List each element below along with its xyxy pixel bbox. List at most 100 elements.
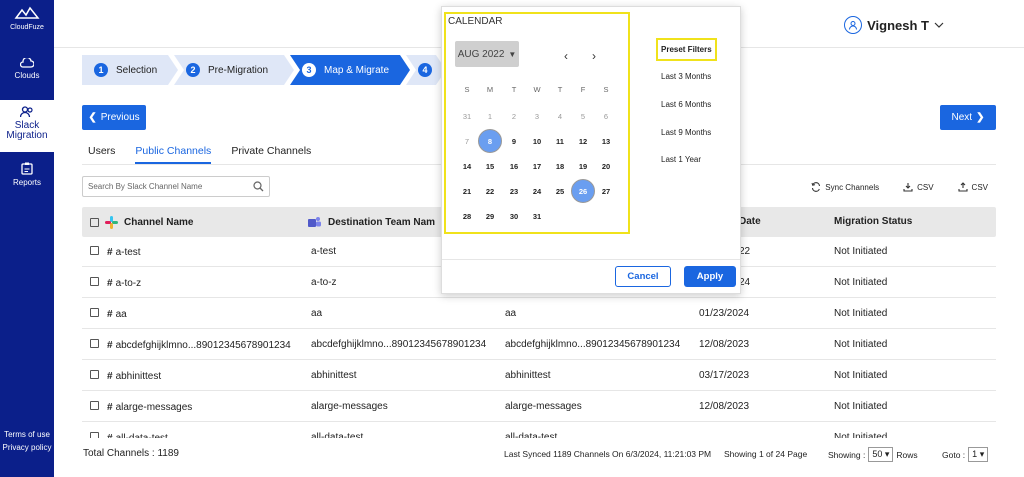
table-row[interactable]: # abcdefghijklmno...89012345678901234 abc…: [82, 329, 996, 360]
calendar-day[interactable]: 24: [525, 179, 549, 203]
status-cell: Not Initiated: [834, 308, 888, 319]
row-checkbox[interactable]: [90, 277, 99, 286]
tab-users[interactable]: Users: [88, 145, 115, 164]
download-icon: [903, 183, 913, 192]
rows-value: 50: [872, 449, 883, 459]
search-icon[interactable]: [253, 181, 264, 192]
row-checkbox[interactable]: [90, 339, 99, 348]
calendar-popup: CALENDAR AUG 2022 ▼ ‹ › S M T W T F S 31 …: [441, 6, 741, 294]
calendar-day[interactable]: 15: [478, 154, 502, 178]
calendar-day[interactable]: 11: [548, 129, 572, 153]
rows-label: Rows: [896, 449, 918, 460]
header-label: Channel Name: [124, 217, 194, 228]
calendar-day[interactable]: 23: [502, 179, 526, 203]
step-label: Selection: [116, 64, 158, 76]
terms-link[interactable]: Terms of use: [0, 430, 54, 439]
sidebar-item-reports[interactable]: Reports: [0, 162, 54, 188]
dow-label: T: [557, 85, 563, 94]
apply-button[interactable]: Apply: [684, 266, 736, 287]
calendar-day[interactable]: 31: [455, 104, 479, 128]
sidebar-item-label: Slack Migration: [6, 120, 48, 141]
csv-download-button[interactable]: CSV: [903, 182, 934, 192]
search-input[interactable]: Search By Slack Channel Name: [82, 176, 270, 197]
calendar-day[interactable]: 4: [548, 104, 572, 128]
previous-button[interactable]: ❮ Previous: [82, 105, 146, 130]
step-selection: 1 Selection: [82, 55, 178, 85]
step-label: Map & Migrate: [324, 64, 390, 76]
calendar-day[interactable]: 31: [525, 204, 549, 228]
calendar-day-selected[interactable]: 8: [478, 129, 502, 153]
date-cell: 12/08/2023: [699, 339, 750, 350]
row-checkbox[interactable]: [90, 246, 99, 255]
calendar-day[interactable]: 25: [548, 179, 572, 203]
calendar-day[interactable]: 28: [455, 204, 479, 228]
sidebar: CloudFuze Clouds Slack Migration Reports…: [0, 0, 54, 477]
header-label: Date: [739, 216, 761, 227]
table-row[interactable]: # alarge-messages alarge-messages alarge-…: [82, 391, 996, 422]
calendar-day-selected[interactable]: 26: [571, 179, 595, 203]
cancel-button[interactable]: Cancel: [615, 266, 671, 287]
dest-cell: abcdefghijklmno...89012345678901234: [505, 339, 681, 350]
calendar-day[interactable]: 9: [502, 129, 526, 153]
calendar-day[interactable]: 2: [502, 104, 526, 128]
chevron-down-icon: ▾: [979, 449, 985, 459]
tab-public-channels[interactable]: Public Channels: [135, 145, 212, 164]
preset-last-3-months[interactable]: Last 3 Months: [661, 72, 711, 81]
preset-last-6-months[interactable]: Last 6 Months: [661, 100, 711, 109]
next-month-button[interactable]: ›: [592, 49, 596, 63]
calendar-day[interactable]: 5: [571, 104, 595, 128]
row-checkbox[interactable]: [90, 401, 99, 410]
tab-private-channels[interactable]: Private Channels: [231, 145, 311, 164]
calendar-day[interactable]: 29: [478, 204, 502, 228]
table-row[interactable]: # aa aa aa 01/23/2024 Not Initiated: [82, 298, 996, 329]
calendar-day[interactable]: 3: [525, 104, 549, 128]
calendar-day[interactable]: 13: [594, 129, 618, 153]
calendar-day[interactable]: 10: [525, 129, 549, 153]
calendar-day[interactable]: 6: [594, 104, 618, 128]
sidebar-item-slack-migration[interactable]: Slack Migration: [0, 100, 54, 152]
step-four: 4: [406, 55, 446, 85]
popup-divider: [442, 259, 740, 260]
preset-last-9-months[interactable]: Last 9 Months: [661, 128, 711, 137]
hash-icon: #: [107, 402, 113, 413]
user-menu[interactable]: Vignesh T: [844, 16, 944, 34]
calendar-day[interactable]: 30: [502, 204, 526, 228]
month-select[interactable]: AUG 2022 ▼: [455, 41, 519, 67]
calendar-day[interactable]: 19: [571, 154, 595, 178]
calendar-day[interactable]: 27: [594, 179, 618, 203]
calendar-day[interactable]: 22: [478, 179, 502, 203]
chevron-down-icon: [934, 22, 944, 28]
calendar-day[interactable]: 7: [455, 129, 479, 153]
calendar-day[interactable]: 1: [478, 104, 502, 128]
caret-down-icon: ▼: [508, 49, 517, 59]
calendar-day[interactable]: 20: [594, 154, 618, 178]
row-checkbox[interactable]: [90, 308, 99, 317]
table-row[interactable]: # abhinittest abhinittest abhinittest 03/…: [82, 360, 996, 391]
prev-month-button[interactable]: ‹: [564, 49, 568, 63]
calendar-day[interactable]: 12: [571, 129, 595, 153]
clipboard-icon: [21, 162, 33, 175]
goto-select[interactable]: 1 ▾: [968, 447, 989, 462]
dow-label: T: [511, 85, 517, 94]
csv-upload-button[interactable]: CSV: [957, 182, 988, 192]
brand[interactable]: CloudFuze: [0, 6, 54, 31]
calendar-day[interactable]: 14: [455, 154, 479, 178]
privacy-link[interactable]: Privacy policy: [0, 443, 54, 452]
calendar-day[interactable]: 21: [455, 179, 479, 203]
channel-name: abcdefghijklmno...89012345678901234: [115, 340, 291, 351]
calendar-day[interactable]: 18: [548, 154, 572, 178]
preset-last-1-year[interactable]: Last 1 Year: [661, 155, 701, 164]
cloudfuze-logo-icon: [14, 6, 40, 19]
sidebar-item-label: Reports: [12, 178, 41, 187]
sync-channels-button[interactable]: Sync Channels: [811, 182, 879, 192]
next-button[interactable]: Next ❯: [940, 105, 996, 130]
select-all-checkbox[interactable]: [90, 218, 99, 227]
header-migration-status: Migration Status: [834, 216, 912, 227]
calendar-day[interactable]: 16: [502, 154, 526, 178]
csv-label: CSV: [917, 182, 934, 192]
rows-select[interactable]: 50 ▾: [868, 447, 894, 462]
row-checkbox[interactable]: [90, 370, 99, 379]
calendar-day[interactable]: 17: [525, 154, 549, 178]
sidebar-item-clouds[interactable]: Clouds: [0, 58, 54, 81]
channel-cell: # aa: [90, 308, 127, 320]
